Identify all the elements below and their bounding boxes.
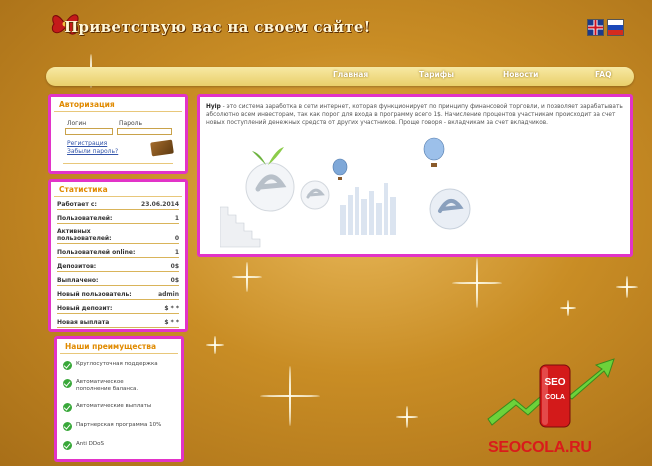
check-icon (63, 441, 72, 450)
stat-label: Активных пользователей: (57, 228, 112, 242)
e-sphere-icon (300, 180, 330, 210)
advantage-text: Круглосуточная поддержка (76, 361, 158, 367)
advantage-item: Круглосуточная поддержка (63, 361, 177, 370)
stat-row: Выплачено: 0$ (57, 274, 179, 286)
check-icon (63, 403, 72, 412)
main-nav: Главная Тарифы Новости FAQ (46, 67, 634, 86)
brand-name: Hyip (206, 104, 221, 110)
stat-label: Пользователей online: (57, 249, 136, 256)
auth-title: Авторизация (54, 97, 182, 112)
stat-row: Пользователей online: 1 (57, 246, 179, 258)
uk-flag-icon[interactable] (587, 19, 604, 36)
sparkle-decoration (616, 276, 638, 298)
stat-row: Депозитов: 0$ (57, 260, 179, 272)
advantages-title: Наши преимущества (60, 339, 178, 354)
stat-label: Депозитов: (57, 263, 97, 270)
stat-label: Работает с: (57, 201, 97, 208)
nav-faq[interactable]: FAQ (595, 70, 611, 79)
stat-value: 0$ (170, 263, 179, 270)
stats-title: Статистика (54, 182, 182, 197)
can-label-cola: COLA (545, 394, 565, 401)
stat-label: Новый депозит: (57, 305, 113, 312)
stat-row: Новый депозит: $ * * (57, 302, 179, 314)
nav-news[interactable]: Новости (503, 70, 538, 79)
forgot-password-link[interactable]: Забыли пароль? (67, 148, 118, 155)
e-sphere-icon (429, 188, 471, 230)
content-panel: Hyip - это система заработка в сети инте… (197, 94, 633, 257)
stat-value: 0$ (170, 277, 179, 284)
stat-row: Новый пользователь: admin (57, 288, 179, 300)
intro-body: - это система заработка в сети интернет,… (206, 104, 623, 126)
advantage-item: Автоматические выплаты (63, 403, 177, 412)
advantage-text: Автоматическое пополнение баланса. (76, 379, 139, 392)
stat-row: Работает с: 23.06.2014 (57, 198, 179, 210)
seocola-can-icon: SEO COLA (487, 358, 615, 428)
seocola-watermark: SEO COLA SEOCOLA.RU (484, 355, 634, 463)
sparkle-decoration (396, 406, 418, 428)
stat-row: Активных пользователей: 0 (57, 226, 179, 244)
check-icon (63, 422, 72, 431)
advantage-item: Anti DDoS (63, 441, 177, 450)
stat-value: 0 (174, 235, 179, 242)
site-header: Приветствую вас на своем сайте! (0, 0, 652, 62)
seocola-site-text: SEOCOLA.RU (488, 439, 592, 456)
advantage-item: Партнерская программа 10% (63, 422, 177, 431)
hot-air-balloon-icon (423, 137, 445, 167)
advantage-text: Автоматические выплаты (76, 403, 152, 409)
login-input[interactable] (65, 128, 113, 135)
sparkle-decoration (206, 336, 224, 354)
stat-label: Пользователей: (57, 215, 113, 222)
ru-flag-icon[interactable] (607, 19, 624, 36)
advantage-text: Anti DDoS (76, 441, 105, 447)
stat-value: $ * * (164, 305, 179, 312)
stat-value: 23.06.2014 (141, 201, 179, 208)
stat-row: Новая выплата $ * * (57, 316, 179, 328)
hero-illustration (220, 137, 471, 248)
stairs-icon (220, 206, 261, 248)
language-switcher (587, 19, 624, 36)
sparkle-decoration (560, 300, 576, 316)
advantage-item: Автоматическое пополнение баланса. (63, 379, 177, 393)
stat-label: Новый пользователь: (57, 291, 132, 298)
password-input[interactable] (117, 128, 172, 135)
register-link[interactable]: Регистрация (67, 140, 107, 147)
stat-value: $ * * (164, 319, 179, 326)
hot-air-balloon-icon (332, 158, 348, 180)
nav-home[interactable]: Главная (333, 70, 368, 79)
stat-label: Новая выплата (57, 319, 110, 326)
leaf-icon (268, 147, 284, 165)
stat-value: admin (158, 291, 179, 298)
check-icon (63, 361, 72, 370)
e-sphere-icon (245, 162, 295, 212)
advantages-panel: Наши преимущества Круглосуточная поддерж… (54, 336, 184, 462)
stat-value: 1 (174, 215, 179, 222)
can-label-seo: SEO (544, 377, 565, 388)
auth-panel: Авторизация Логин Пароль Регистрация Заб… (48, 94, 188, 174)
intro-text: Hyip - это система заработка в сети инте… (206, 103, 626, 127)
login-label: Логин (67, 120, 87, 127)
sparkle-decoration (232, 262, 262, 292)
leaf-icon (252, 151, 266, 165)
stats-panel: Статистика Работает с: 23.06.2014 Пользов… (48, 179, 188, 332)
city-skyline-icon (340, 183, 396, 235)
site-title: Приветствую вас на своем сайте! (64, 18, 371, 36)
check-icon (63, 379, 72, 388)
nav-tariffs[interactable]: Тарифы (419, 70, 454, 79)
advantage-text: Партнерская программа 10% (76, 422, 162, 428)
stat-row: Пользователей: 1 (57, 212, 179, 224)
stat-value: 1 (174, 249, 179, 256)
divider (63, 163, 173, 164)
stat-label: Выплачено: (57, 277, 99, 284)
sparkle-decoration (260, 366, 320, 426)
password-label: Пароль (119, 120, 143, 127)
sparkle-decoration (452, 258, 502, 308)
login-button[interactable] (150, 139, 174, 157)
